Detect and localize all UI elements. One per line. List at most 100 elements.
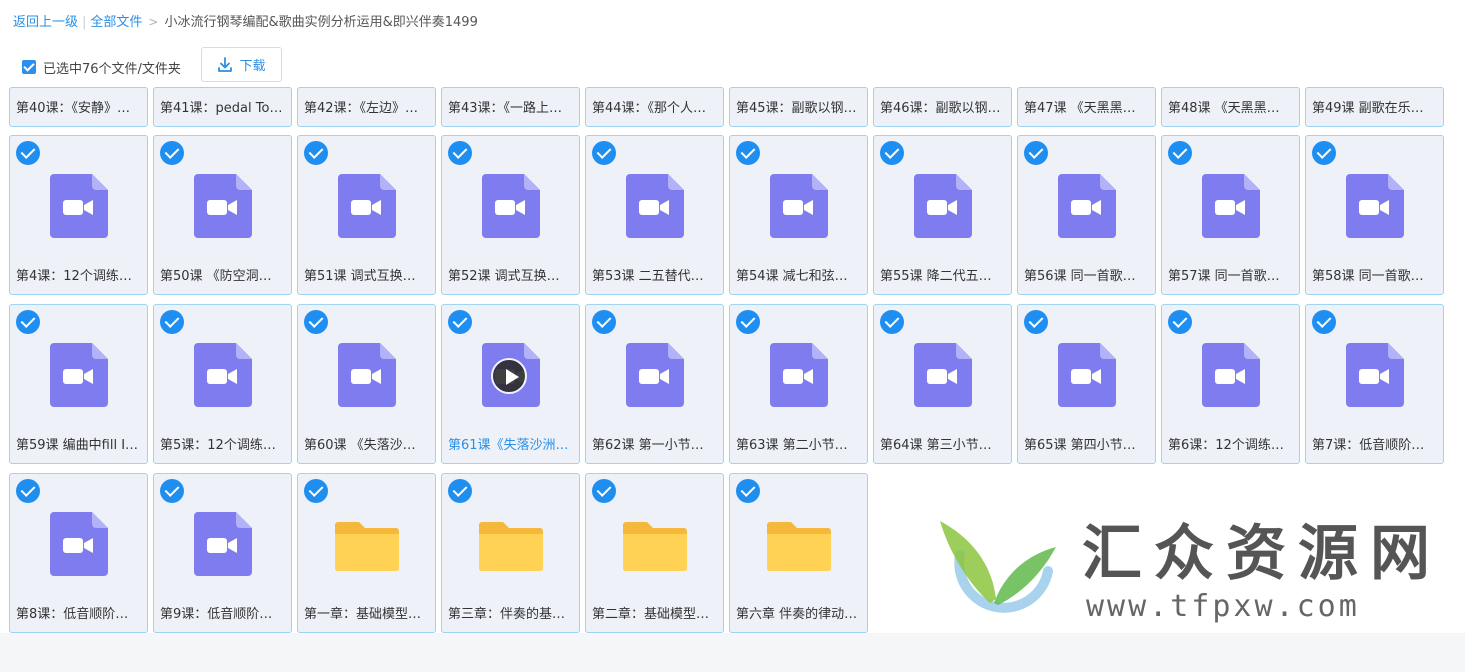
video-file-tile[interactable]: 第43课：《一路上… [441, 87, 580, 127]
selected-check-icon[interactable] [592, 310, 616, 334]
video-file-tile[interactable]: 第62课 第一小节… [585, 304, 724, 464]
file-name[interactable]: 第二章：基础模型… [592, 606, 717, 624]
video-file-tile[interactable]: 第7课：低音顺阶… [1305, 304, 1444, 464]
video-file-tile[interactable]: 第56课 同一首歌… [1017, 135, 1156, 295]
all-files-link[interactable]: 全部文件 [90, 15, 142, 30]
file-name[interactable]: 第43课：《一路上… [448, 100, 573, 118]
file-name[interactable]: 第61课《失落沙洲… [448, 437, 573, 455]
video-file-tile[interactable]: 第54课 减七和弦… [729, 135, 868, 295]
file-name[interactable]: 第51课 调式互换… [304, 268, 429, 286]
video-file-tile[interactable]: 第52课 调式互换… [441, 135, 580, 295]
file-name[interactable]: 第一章：基础模型… [304, 606, 429, 624]
selected-check-icon[interactable] [736, 310, 760, 334]
selected-check-icon[interactable] [736, 479, 760, 503]
selected-check-icon[interactable] [1024, 310, 1048, 334]
selected-check-icon[interactable] [1168, 310, 1192, 334]
file-name[interactable]: 第63课 第二小节… [736, 437, 861, 455]
file-name[interactable]: 第46课：副歌以钢… [880, 100, 1005, 118]
file-name[interactable]: 第64课 第三小节… [880, 437, 1005, 455]
file-name[interactable]: 第62课 第一小节… [592, 437, 717, 455]
file-name[interactable]: 第53课 二五替代… [592, 268, 717, 286]
file-name[interactable]: 第六章 伴奏的律动… [736, 606, 861, 624]
video-file-tile[interactable]: 第55课 降二代五… [873, 135, 1012, 295]
video-file-tile[interactable]: 第58课 同一首歌… [1305, 135, 1444, 295]
file-name[interactable]: 第44课：《那个人… [592, 100, 717, 118]
video-file-tile[interactable]: 第60课 《失落沙… [297, 304, 436, 464]
file-name[interactable]: 第56课 同一首歌… [1024, 268, 1149, 286]
selected-check-icon[interactable] [304, 310, 328, 334]
selected-check-icon[interactable] [160, 310, 184, 334]
selected-check-icon[interactable] [880, 310, 904, 334]
video-file-tile[interactable]: 第65课 第四小节… [1017, 304, 1156, 464]
file-name[interactable]: 第47课 《天黑黑… [1024, 100, 1149, 118]
select-all-checkbox[interactable] [22, 60, 36, 74]
video-file-tile[interactable]: 第41课：pedal To… [153, 87, 292, 127]
file-name[interactable]: 第50课 《防空洞… [160, 268, 285, 286]
back-link[interactable]: 返回上一级 [13, 15, 78, 30]
selected-check-icon[interactable] [304, 479, 328, 503]
file-name[interactable]: 第6课：12个调练… [1168, 437, 1293, 455]
selected-check-icon[interactable] [160, 141, 184, 165]
selected-check-icon[interactable] [448, 141, 472, 165]
folder-tile[interactable]: 第二章：基础模型… [585, 473, 724, 633]
file-name[interactable]: 第45课：副歌以钢… [736, 100, 861, 118]
video-file-tile[interactable]: 第6课：12个调练… [1161, 304, 1300, 464]
video-file-tile[interactable]: 第50课 《防空洞… [153, 135, 292, 295]
selected-check-icon[interactable] [880, 141, 904, 165]
selected-check-icon[interactable] [1024, 141, 1048, 165]
video-file-tile[interactable]: 第57课 同一首歌… [1161, 135, 1300, 295]
selected-check-icon[interactable] [1312, 310, 1336, 334]
file-name[interactable]: 第7课：低音顺阶… [1312, 437, 1437, 455]
file-name[interactable]: 第4课：12个调练… [16, 268, 141, 286]
video-file-tile[interactable]: 第49课 副歌在乐… [1305, 87, 1444, 127]
video-file-tile[interactable]: 第42课：《左边》… [297, 87, 436, 127]
selected-check-icon[interactable] [1168, 141, 1192, 165]
video-file-tile[interactable]: 第40课：《安静》… [9, 87, 148, 127]
video-file-tile[interactable]: 第45课：副歌以钢… [729, 87, 868, 127]
video-file-tile[interactable]: 第51课 调式互换… [297, 135, 436, 295]
download-button[interactable]: 下载 [201, 47, 282, 82]
video-file-tile[interactable]: 第4课：12个调练… [9, 135, 148, 295]
video-file-tile[interactable]: 第9课：低音顺阶… [153, 473, 292, 633]
video-file-tile[interactable]: 第5课：12个调练… [153, 304, 292, 464]
video-file-tile[interactable]: 第47课 《天黑黑… [1017, 87, 1156, 127]
selected-check-icon[interactable] [16, 141, 40, 165]
folder-tile[interactable]: 第一章：基础模型… [297, 473, 436, 633]
file-name[interactable]: 第9课：低音顺阶… [160, 606, 285, 624]
file-name[interactable]: 第41课：pedal To… [160, 100, 285, 118]
file-name[interactable]: 第52课 调式互换… [448, 268, 573, 286]
selected-check-icon[interactable] [16, 479, 40, 503]
selected-check-icon[interactable] [160, 479, 184, 503]
select-all-toggle[interactable]: 已选中76个文件/文件夹 [22, 58, 181, 77]
video-file-tile[interactable]: 第46课：副歌以钢… [873, 87, 1012, 127]
video-file-tile[interactable]: 第53课 二五替代… [585, 135, 724, 295]
file-name[interactable]: 第40课：《安静》… [16, 100, 141, 118]
selected-check-icon[interactable] [1312, 141, 1336, 165]
selected-check-icon[interactable] [736, 141, 760, 165]
file-name[interactable]: 第58课 同一首歌… [1312, 268, 1437, 286]
video-file-tile[interactable]: 第8课：低音顺阶… [9, 473, 148, 633]
video-file-tile[interactable]: 第63课 第二小节… [729, 304, 868, 464]
file-name[interactable]: 第57课 同一首歌… [1168, 268, 1293, 286]
play-icon[interactable] [491, 358, 527, 394]
file-name[interactable]: 第65课 第四小节… [1024, 437, 1149, 455]
file-name[interactable]: 第42课：《左边》… [304, 100, 429, 118]
selected-check-icon[interactable] [448, 310, 472, 334]
file-name[interactable]: 第55课 降二代五… [880, 268, 1005, 286]
file-name[interactable]: 第5课：12个调练… [160, 437, 285, 455]
file-name[interactable]: 第48课 《天黑黑… [1168, 100, 1293, 118]
folder-tile[interactable]: 第六章 伴奏的律动… [729, 473, 868, 633]
file-name[interactable]: 第59课 编曲中fill I… [16, 437, 141, 455]
selected-check-icon[interactable] [592, 479, 616, 503]
video-file-tile[interactable]: 第61课《失落沙洲… [441, 304, 580, 464]
selected-check-icon[interactable] [16, 310, 40, 334]
file-name[interactable]: 第49课 副歌在乐… [1312, 100, 1437, 118]
file-name[interactable]: 第8课：低音顺阶… [16, 606, 141, 624]
video-file-tile[interactable]: 第59课 编曲中fill I… [9, 304, 148, 464]
file-name[interactable]: 第60课 《失落沙… [304, 437, 429, 455]
selected-check-icon[interactable] [448, 479, 472, 503]
file-name[interactable]: 第54课 减七和弦… [736, 268, 861, 286]
video-file-tile[interactable]: 第44课：《那个人… [585, 87, 724, 127]
selected-check-icon[interactable] [592, 141, 616, 165]
file-name[interactable]: 第三章：伴奏的基… [448, 606, 573, 624]
